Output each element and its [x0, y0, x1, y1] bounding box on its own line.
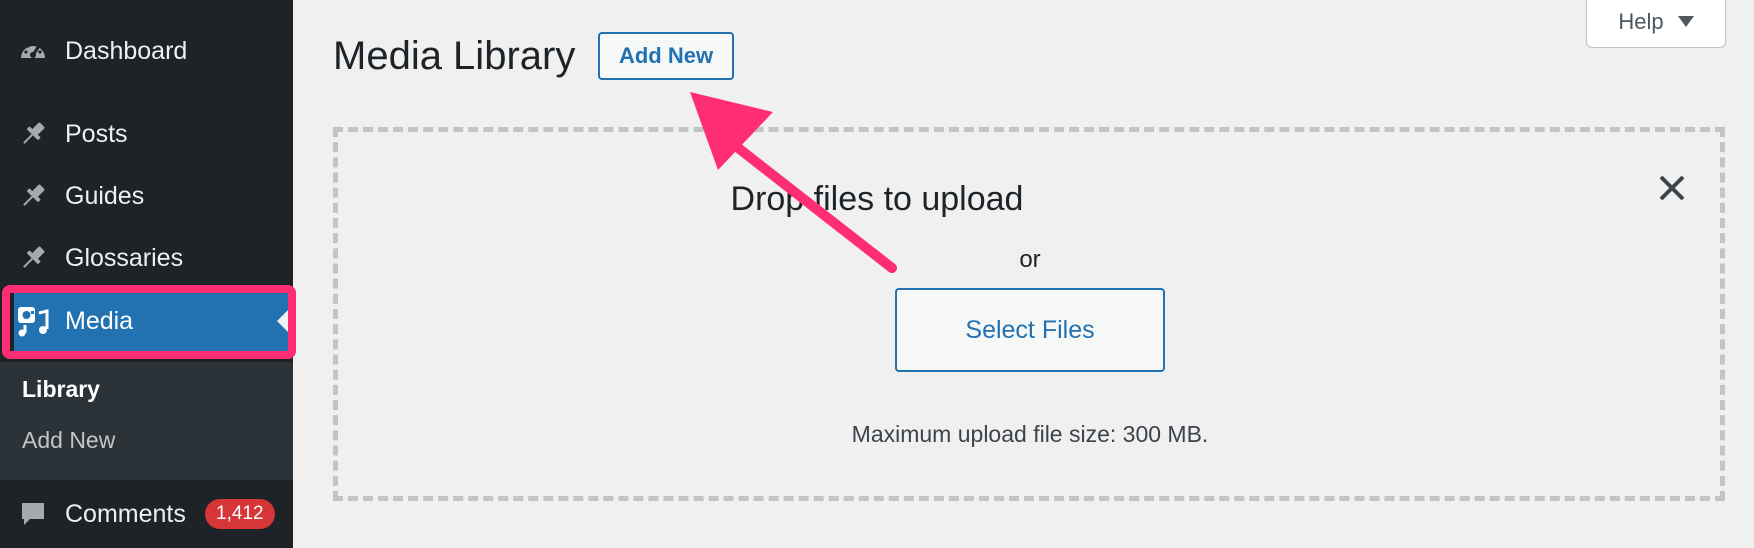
pin-icon	[16, 117, 50, 151]
sidebar-item-comments[interactable]: Comments 1,412	[0, 483, 293, 545]
add-new-button[interactable]: Add New	[598, 32, 734, 80]
sidebar-item-label: Media	[65, 306, 134, 335]
comment-icon	[16, 497, 50, 531]
comment-count-badge: 1,412	[205, 499, 275, 529]
help-label: Help	[1618, 8, 1664, 34]
sidebar-item-label: Posts	[65, 119, 128, 148]
sidebar-item-media[interactable]: Media	[14, 290, 289, 352]
current-menu-caret	[277, 309, 289, 333]
sidebar-item-label: Dashboard	[65, 36, 188, 65]
sidebar-item-label: Comments	[65, 499, 186, 528]
submenu-item-library[interactable]: Library	[22, 376, 100, 403]
media-icon	[16, 304, 50, 338]
caret-down-icon	[1677, 16, 1694, 27]
submenu-item-add-new[interactable]: Add New	[22, 427, 115, 454]
media-submenu: Library Add New	[0, 362, 293, 480]
page-title: Media Library	[333, 34, 576, 78]
or-separator: or	[1019, 246, 1041, 273]
drop-files-heading: Drop files to upload	[730, 180, 1024, 218]
sidebar-item-posts[interactable]: Posts	[0, 103, 293, 165]
pin-icon	[16, 241, 50, 275]
admin-sidebar: Dashboard Posts Guides Glossaries Media …	[0, 0, 296, 548]
dashboard-icon	[16, 34, 50, 68]
sidebar-item-label: Glossaries	[65, 243, 184, 272]
select-files-button[interactable]: Select Files	[895, 288, 1165, 372]
help-button[interactable]: Help	[1586, 0, 1726, 48]
sidebar-item-glossaries[interactable]: Glossaries	[0, 227, 293, 289]
max-upload-size-text: Maximum upload file size: 300 MB.	[851, 421, 1209, 447]
sidebar-item-dashboard[interactable]: Dashboard	[0, 20, 293, 82]
